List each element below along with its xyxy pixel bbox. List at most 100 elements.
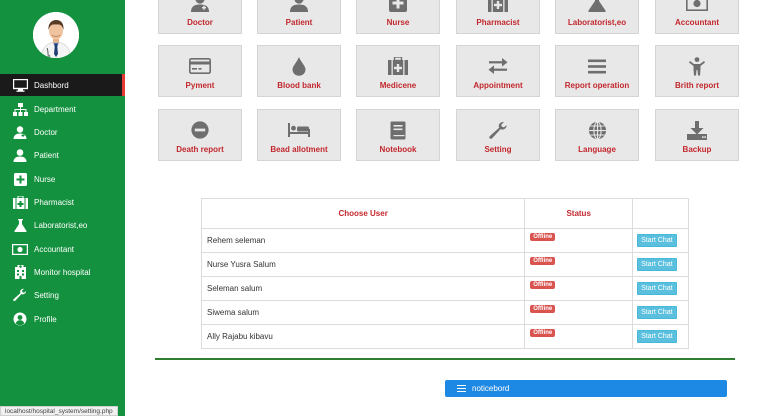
tile-label: Laboratorist,eo [567, 18, 627, 27]
sidebar-item-dashboard[interactable]: Dashbord [0, 74, 125, 96]
start-chat-button[interactable]: Start Chat [637, 234, 677, 247]
minus-circle-icon [189, 120, 211, 140]
credit-card-icon [189, 56, 211, 76]
sidebar-item-pharmacist[interactable]: Pharmacist [0, 191, 125, 213]
start-chat-button[interactable]: Start Chat [637, 330, 677, 343]
tile-label: Bead allotment [270, 145, 328, 154]
tile-payment[interactable]: Pyment [158, 45, 242, 97]
user-name: Rehem seleman [200, 228, 526, 253]
sidebar-item-label: Doctor [34, 127, 58, 137]
sidebar-item-label: Laboratorist,eo [34, 220, 88, 230]
start-chat-button[interactable]: Start Chat [637, 282, 677, 295]
sidebar-item-label: Setting [34, 290, 59, 300]
tile-birth-report[interactable]: Brith report [655, 45, 739, 97]
tile-appointment[interactable]: Appointment [456, 45, 540, 97]
tile-label: Notebook [379, 145, 417, 154]
user-circle-icon [12, 312, 28, 326]
tile-patient[interactable]: Patient [257, 0, 341, 34]
exchange-icon [487, 56, 509, 76]
tile-setting[interactable]: Setting [456, 109, 540, 161]
tile-label: Doctor [187, 18, 213, 27]
medkit-icon [387, 56, 409, 76]
tile-accountant[interactable]: Accountant [655, 0, 739, 34]
noticeboard-button[interactable]: noticebord [445, 380, 727, 397]
status-badge: Offline [530, 304, 556, 313]
sidebar-item-label: Pharmacist [34, 197, 75, 207]
tile-label: Accountant [675, 18, 719, 27]
tile-notebook[interactable]: Notebook [356, 109, 440, 161]
start-chat-button[interactable]: Start Chat [637, 258, 677, 271]
tile-death-report[interactable]: Death report [158, 109, 242, 161]
globe-icon [586, 120, 608, 140]
tile-label: Report operation [564, 81, 630, 90]
tile-label: Death report [176, 145, 224, 154]
status-badge: Offline [530, 256, 556, 265]
table-row: Nurse Yusra Salum Offline Start Chat [200, 252, 689, 277]
hospital-icon [12, 265, 28, 279]
user-name: Ally Rajabu kibavu [200, 324, 526, 349]
sidebar-item-profile[interactable]: Profile [0, 308, 125, 330]
start-chat-button[interactable]: Start Chat [637, 306, 677, 319]
table-row: Rehem seleman Offline Start Chat [200, 228, 689, 253]
user-md-icon [189, 0, 211, 13]
column-header-status: Status [524, 198, 634, 229]
sidebar-item-label: Patient [34, 150, 59, 160]
tile-report-operation[interactable]: Report operation [555, 45, 639, 97]
money-icon [12, 242, 28, 256]
flask-icon [12, 218, 28, 232]
chat-user-table: Choose User Status Rehem seleman Offline… [200, 198, 689, 349]
sidebar-item-nurse[interactable]: Nurse [0, 168, 125, 190]
tile-bed-allotment[interactable]: Bead allotment [257, 109, 341, 161]
table-row: Seleman salum Offline Start Chat [200, 276, 689, 301]
noticeboard-label: noticebord [472, 384, 510, 393]
tile-backup[interactable]: Backup [655, 109, 739, 161]
tile-label: Brith report [675, 81, 719, 90]
user-name: Seleman salum [200, 276, 526, 301]
sidebar-item-label: Monitor hospital [34, 267, 91, 277]
status-badge: Offline [530, 232, 556, 241]
tile-label: Language [578, 145, 616, 154]
medkit-icon [487, 0, 509, 13]
sidebar-item-monitor-hospital[interactable]: Monitor hospital [0, 261, 125, 283]
tile-label: Medicene [379, 81, 417, 90]
tile-pharmacist[interactable]: Pharmacist [456, 0, 540, 34]
table-row: Ally Rajabu kibavu Offline Start Chat [200, 324, 689, 349]
tint-icon [288, 56, 310, 76]
tile-doctor[interactable]: Doctor [158, 0, 242, 34]
tile-label: Patient [285, 18, 313, 27]
tile-nurse[interactable]: Nurse [356, 0, 440, 34]
book-icon [387, 120, 409, 140]
sidebar-item-laboratorist[interactable]: Laboratorist,eo [0, 214, 125, 236]
sidebar-item-department[interactable]: Department [0, 98, 125, 120]
wrench-icon [487, 120, 509, 140]
flask-icon [586, 0, 608, 13]
status-badge: Offline [530, 328, 556, 337]
child-icon [686, 56, 708, 76]
sidebar-item-accountant[interactable]: Accountant [0, 238, 125, 260]
column-header-user: Choose User [200, 198, 526, 229]
sidebar-item-setting[interactable]: Setting [0, 284, 125, 306]
sidebar-item-patient[interactable]: Patient [0, 144, 125, 166]
avatar[interactable] [33, 12, 79, 58]
tile-laboratorist[interactable]: Laboratorist,eo [555, 0, 639, 34]
medkit-icon [12, 195, 28, 209]
tile-label: Nurse [386, 18, 410, 27]
user-icon [288, 0, 310, 13]
wrench-icon [12, 288, 28, 302]
column-header-action [632, 198, 689, 229]
sidebar-item-label: Profile [34, 314, 57, 324]
user-name: Nurse Yusra Salum [200, 252, 526, 277]
user-md-icon [12, 125, 28, 139]
tile-label: Pyment [185, 81, 215, 90]
tile-label: Pharmacist [476, 18, 520, 27]
tile-label: Blood bank [277, 81, 321, 90]
user-name: Siwema salum [200, 300, 526, 325]
tile-language[interactable]: Language [555, 109, 639, 161]
sidebar-item-doctor[interactable]: Doctor [0, 121, 125, 143]
tile-blood-bank[interactable]: Blood bank [257, 45, 341, 97]
sidebar: Dashbord Department Doctor Patient Nurse… [0, 0, 125, 416]
sidebar-item-label: Accountant [34, 244, 75, 254]
tile-medicene[interactable]: Medicene [356, 45, 440, 97]
tile-label: Appointment [473, 81, 523, 90]
plus-square-icon [387, 0, 409, 13]
